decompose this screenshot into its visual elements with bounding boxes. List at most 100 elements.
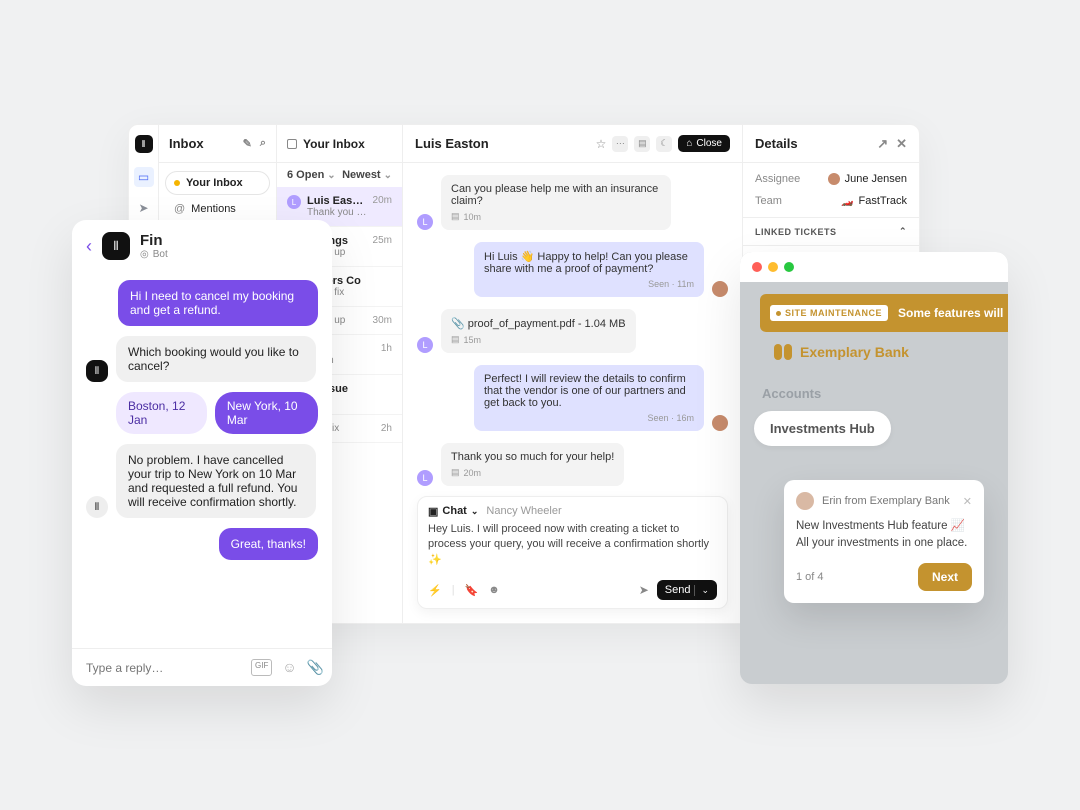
chip-option[interactable]: New York, 10 Mar xyxy=(215,392,318,434)
bot-avatar: ⦀ xyxy=(86,360,108,382)
message-bubble: 📎 proof_of_payment.pdf - 1.04 MB ▤15m xyxy=(441,309,636,353)
convo-time: 1h xyxy=(381,343,392,366)
avatar-icon: L xyxy=(287,195,301,209)
convo-name: Luis Easton xyxy=(307,195,367,207)
composer-author: Nancy Wheeler xyxy=(486,505,561,517)
message-text: proof_of_payment.pdf - 1.04 MB xyxy=(468,318,626,330)
fin-logo: ⦀ xyxy=(102,232,130,260)
traffic-minimize-icon[interactable] xyxy=(768,262,778,272)
avatar-icon xyxy=(796,492,814,510)
close-icon[interactable]: ✕ xyxy=(963,495,972,508)
star-icon[interactable]: ☆ xyxy=(596,137,607,151)
fin-footer: GIF ☺ 📎 xyxy=(72,648,332,686)
message-row: Hi Luis 👋 Happy to help! Can you please … xyxy=(417,242,728,297)
next-button[interactable]: Next xyxy=(918,563,972,591)
bolt-icon[interactable]: ⚡ xyxy=(428,584,442,597)
emoji-icon[interactable]: ☺ xyxy=(282,659,296,676)
popup-from: Erin from Exemplary Bank xyxy=(822,495,950,507)
search-icon[interactable]: ⌕ xyxy=(260,137,266,150)
onboarding-popup: Erin from Exemplary Bank ✕ New Investmen… xyxy=(784,480,984,603)
bot-icon: ◎ xyxy=(140,249,149,260)
snooze-icon[interactable]: ☾ xyxy=(656,136,672,152)
bot-message-row: ⦀No problem. I have cancelled your trip … xyxy=(86,444,318,518)
maintenance-badge: SITE MAINTENANCE xyxy=(770,305,888,321)
sort-filter[interactable]: Newest xyxy=(342,169,392,181)
linked-tickets-header[interactable]: LINKED TICKETS ⌃ xyxy=(743,217,919,246)
message-meta: ▤20m xyxy=(451,467,614,478)
attachment-icon[interactable]: 📎 xyxy=(307,659,324,676)
details-body: Assignee June Jensen Team 🏎️ FastTrack xyxy=(743,163,919,217)
message-meta: Seen · 16m xyxy=(484,413,694,423)
paperclip-icon: 📎 xyxy=(451,318,468,330)
bookmark-icon[interactable]: 🔖 xyxy=(465,584,479,597)
composer-type[interactable]: ▣ Chat ⌄ xyxy=(428,505,478,518)
popout-icon[interactable]: ↗ xyxy=(877,136,888,152)
composer-draft[interactable]: Hey Luis. I will proceed now with creati… xyxy=(428,522,717,568)
message-bubble: Thank you so much for your help! ▤20m xyxy=(441,443,624,486)
chip-option[interactable]: Boston, 12 Jan xyxy=(116,392,207,434)
send-plane-icon[interactable]: ➤ xyxy=(639,583,649,597)
message-text: Can you please help me with an insurance… xyxy=(451,183,658,207)
detail-value[interactable]: FastTrack xyxy=(859,195,908,207)
popup-body: New Investments Hub feature 📈 All your i… xyxy=(796,518,972,551)
detail-team: Team 🏎️ FastTrack xyxy=(755,195,907,207)
nav-label: Your Inbox xyxy=(186,177,243,189)
message-meta: ▤15m xyxy=(451,334,626,345)
bank-window: SITE MAINTENANCE Some features will Exem… xyxy=(740,252,1008,684)
user-avatar: L xyxy=(417,470,433,486)
send-button[interactable]: Send ⌄ xyxy=(657,580,717,600)
send-rail-icon[interactable]: ➤ xyxy=(137,201,151,215)
detail-assignee: Assignee June Jensen xyxy=(755,173,907,185)
dot-icon xyxy=(174,180,180,186)
detail-value[interactable]: June Jensen xyxy=(845,173,907,185)
user-avatar: L xyxy=(417,214,433,230)
detail-key: Team xyxy=(755,195,782,207)
traffic-zoom-icon[interactable] xyxy=(784,262,794,272)
open-filter[interactable]: 6 Open xyxy=(287,169,336,181)
fin-name: Fin xyxy=(140,232,168,249)
user-message: Hi I need to cancel my booking and get a… xyxy=(118,280,318,326)
inbox-rail-icon[interactable]: ▭ xyxy=(134,167,154,187)
agent-avatar xyxy=(712,415,728,431)
app-logo[interactable]: ⦀ xyxy=(135,135,153,153)
chevron-up-icon: ⌃ xyxy=(899,226,907,237)
investments-hub-pill[interactable]: Investments Hub xyxy=(754,411,891,446)
message-meta: Seen · 11m xyxy=(484,279,694,289)
brand-name: Exemplary Bank xyxy=(800,344,909,360)
compose-icon[interactable]: ✎ xyxy=(243,137,252,150)
convo-time: 2h xyxy=(381,423,392,434)
maintenance-banner: SITE MAINTENANCE Some features will xyxy=(760,294,1008,332)
details-header: Details ↗ ✕ xyxy=(743,125,919,163)
popup-footer: 1 of 4 Next xyxy=(796,563,972,591)
traffic-close-icon[interactable] xyxy=(752,262,762,272)
inbox-icon: ▤ xyxy=(451,211,460,222)
convo-time: 20m xyxy=(373,195,392,218)
archive-box-icon: ⌂ xyxy=(686,138,692,149)
close-button[interactable]: ⌂ Close xyxy=(678,135,730,152)
inbox-header: Inbox ✎ ⌕ xyxy=(159,125,276,163)
back-icon[interactable]: ‹ xyxy=(86,236,92,257)
chat-body: L Can you please help me with an insuranc… xyxy=(403,163,742,496)
archive-icon[interactable]: ▤ xyxy=(634,136,650,152)
at-icon: @ xyxy=(174,203,185,215)
dot-icon xyxy=(776,311,781,316)
detail-key: Assignee xyxy=(755,173,800,185)
gif-icon[interactable]: GIF xyxy=(251,659,272,676)
reply-input[interactable] xyxy=(86,661,241,675)
chat-header: Luis Easton ☆ ⋯ ▤ ☾ ⌂ Close xyxy=(403,125,742,163)
inbox-nav-your-inbox[interactable]: Your Inbox xyxy=(165,171,270,195)
convo-title: Your Inbox xyxy=(303,137,365,151)
inbox-nav-mentions[interactable]: @ Mentions xyxy=(165,197,270,221)
convo-filter-bar: 6 Open Newest xyxy=(277,163,402,187)
more-icon[interactable]: ⋯ xyxy=(612,136,628,152)
send-label: Send xyxy=(665,584,691,596)
fin-body: Hi I need to cancel my booking and get a… xyxy=(72,272,332,648)
message-text: Thank you so much for your help! xyxy=(451,451,614,463)
message-row: Perfect! I will review the details to co… xyxy=(417,365,728,431)
close-label: Close xyxy=(696,138,722,149)
composer: ▣ Chat ⌄ Nancy Wheeler Hey Luis. I will … xyxy=(417,496,728,609)
emoji-icon[interactable]: ☻ xyxy=(488,584,500,597)
message-row: L📎 proof_of_payment.pdf - 1.04 MB▤15m xyxy=(417,309,728,353)
close-icon[interactable]: ✕ xyxy=(896,136,907,152)
message-meta: ▤10m xyxy=(451,211,661,222)
